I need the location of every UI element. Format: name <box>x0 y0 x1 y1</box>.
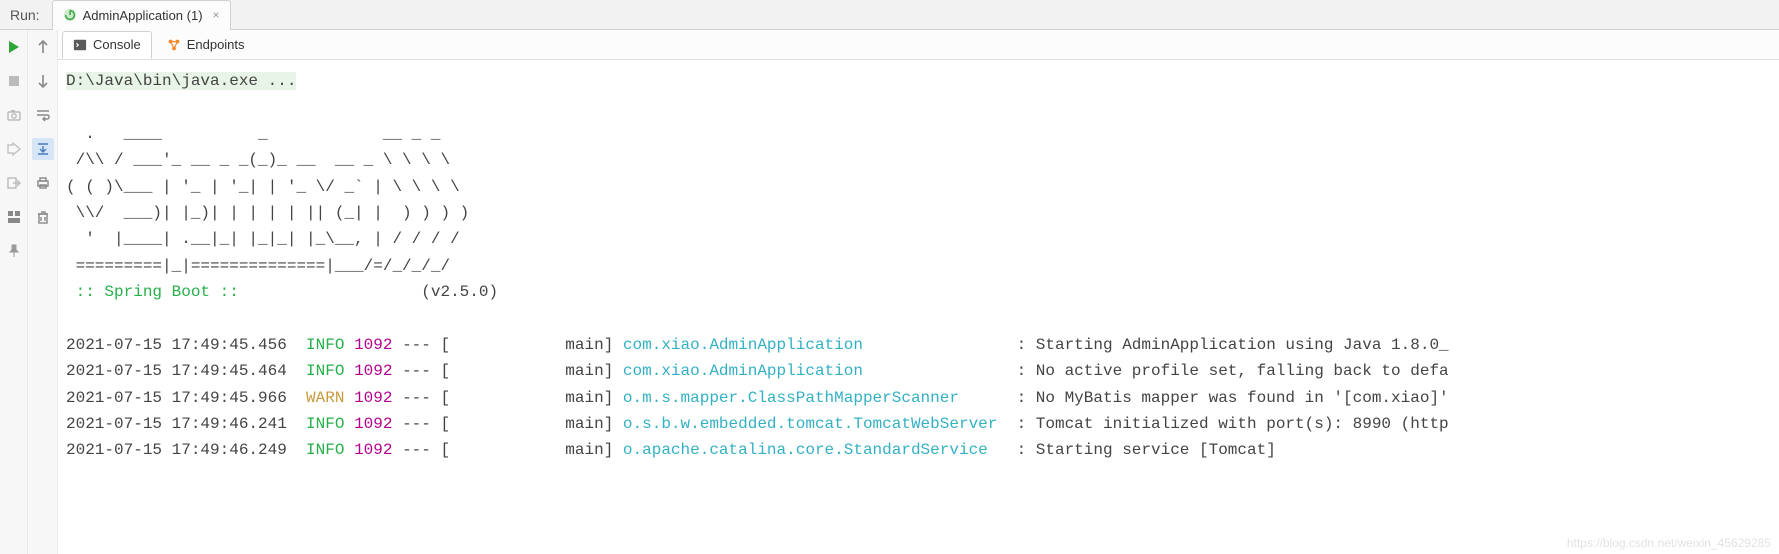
rerun-button[interactable] <box>3 36 25 58</box>
layout-icon[interactable] <box>3 206 25 228</box>
close-icon[interactable]: × <box>213 8 220 22</box>
spring-boot-icon <box>63 8 77 22</box>
run-config-tab-label: AdminApplication (1) <box>83 8 203 23</box>
tab-console-label: Console <box>93 37 141 52</box>
run-config-tab[interactable]: AdminApplication (1) × <box>52 0 231 30</box>
debug-icon[interactable] <box>3 138 25 160</box>
tab-console[interactable]: Console <box>62 31 152 59</box>
scroll-to-end-icon[interactable] <box>32 138 54 160</box>
tab-endpoints-label: Endpoints <box>187 37 245 52</box>
subtab-bar: Console Endpoints <box>58 30 1779 60</box>
console-toolbar <box>28 30 58 554</box>
tab-endpoints[interactable]: Endpoints <box>156 31 256 59</box>
soft-wrap-icon[interactable] <box>32 104 54 126</box>
exit-icon[interactable] <box>3 172 25 194</box>
arrow-down-icon[interactable] <box>32 70 54 92</box>
run-label: Run: <box>10 7 40 23</box>
left-toolbar <box>0 30 28 554</box>
console-output[interactable]: D:\Java\bin\java.exe ... . ____ _ __ _ _… <box>58 60 1779 554</box>
trash-icon[interactable] <box>32 206 54 228</box>
camera-icon[interactable] <box>3 104 25 126</box>
arrow-up-icon[interactable] <box>32 36 54 58</box>
stop-button[interactable] <box>3 70 25 92</box>
pin-icon[interactable] <box>3 240 25 262</box>
run-toolbar: Run: AdminApplication (1) × <box>0 0 1779 30</box>
print-icon[interactable] <box>32 172 54 194</box>
